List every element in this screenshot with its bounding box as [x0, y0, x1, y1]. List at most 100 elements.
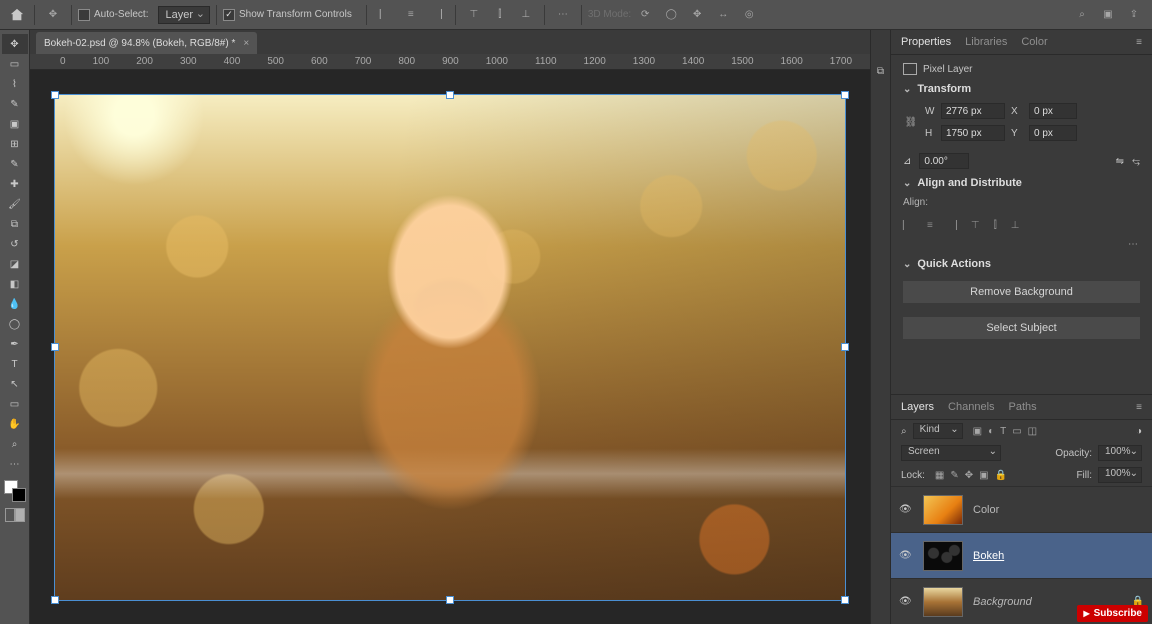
layers-menu-icon[interactable]: ≡ [1136, 402, 1142, 413]
panel-menu-icon[interactable]: ≡ [1136, 37, 1142, 48]
filter-pixel-icon[interactable]: ▣ [973, 426, 982, 437]
align-vcenter-icon[interactable]: ⫿ [994, 220, 997, 231]
layer-row[interactable]: 👁 Bokeh [891, 532, 1152, 578]
layer-thumbnail[interactable] [923, 541, 963, 571]
share-icon[interactable]: ⇪ [1122, 4, 1146, 26]
layer-name[interactable]: Color [973, 504, 999, 516]
filter-smartobj-icon[interactable]: ◫ [1028, 426, 1037, 437]
shape-tool[interactable]: ▭ [2, 394, 28, 414]
link-wh-icon[interactable]: ⛓ [903, 117, 919, 128]
eraser-tool[interactable]: ◪ [2, 254, 28, 274]
opacity-field[interactable]: 100% [1098, 445, 1142, 461]
transform-handle[interactable] [841, 596, 849, 604]
workspace-icon[interactable]: ▣ [1096, 4, 1120, 26]
height-field[interactable]: 1750 px [941, 125, 1005, 141]
visibility-icon[interactable]: 👁 [899, 504, 913, 515]
tab-properties[interactable]: Properties [901, 32, 951, 52]
quickmask-toggle[interactable] [5, 508, 25, 522]
transform-handle[interactable] [51, 596, 59, 604]
transform-section-heading[interactable]: Transform [903, 83, 1140, 95]
filter-type-icon[interactable]: T [1000, 426, 1006, 437]
y-field[interactable]: 0 px [1029, 125, 1077, 141]
align-bottom-edges-icon[interactable]: ⊥ [1011, 220, 1020, 231]
layer-thumbnail[interactable] [923, 495, 963, 525]
more-align-icon[interactable]: ⋯ [903, 239, 1140, 250]
visibility-icon[interactable]: 👁 [899, 596, 913, 607]
blend-mode-dropdown[interactable]: Screen [901, 445, 1001, 461]
home-icon[interactable] [6, 4, 28, 26]
brush-tool[interactable]: 🖌 [2, 194, 28, 214]
quick-select-tool[interactable]: ✎ [2, 94, 28, 114]
healing-tool[interactable]: ✚ [2, 174, 28, 194]
filter-shape-icon[interactable]: ▭ [1012, 426, 1021, 437]
dodge-tool[interactable]: ◯ [2, 314, 28, 334]
width-field[interactable]: 2776 px [941, 103, 1005, 119]
filter-kind-dropdown[interactable]: Kind [913, 423, 963, 439]
panel-group-icon[interactable]: ⧉ [877, 60, 884, 82]
frame-tool[interactable]: ⊞ [2, 134, 28, 154]
align-hcenter-icon[interactable]: ≡ [927, 220, 933, 231]
tab-layers[interactable]: Layers [901, 401, 934, 413]
distribute-bottom-icon[interactable]: ⊥ [514, 4, 538, 26]
align-section-heading[interactable]: Align and Distribute [903, 177, 1140, 189]
auto-select-checkbox[interactable] [78, 9, 90, 21]
eyedropper-tool[interactable]: ✎ [2, 154, 28, 174]
pen-tool[interactable]: ✒ [2, 334, 28, 354]
flip-vertical-icon[interactable]: ⥃ [1132, 156, 1140, 167]
transform-handle[interactable] [446, 91, 454, 99]
tab-paths[interactable]: Paths [1009, 401, 1037, 413]
lock-image-icon[interactable]: ✎ [950, 470, 958, 481]
align-left-icon[interactable]: ⎸ [373, 4, 397, 26]
align-center-h-icon[interactable]: ≡ [399, 4, 423, 26]
zoom-tool[interactable]: ⌕ [2, 434, 28, 454]
lock-all-icon[interactable]: 🔒 [995, 470, 1007, 481]
auto-select-target-dropdown[interactable]: Layer [158, 6, 210, 24]
align-left-edges-icon[interactable]: ⎸ [903, 220, 913, 231]
marquee-tool[interactable]: ▭ [2, 54, 28, 74]
select-subject-button[interactable]: Select Subject [903, 317, 1140, 339]
history-brush-tool[interactable]: ↺ [2, 234, 28, 254]
distribute-vcenter-icon[interactable]: ⫿ [488, 4, 512, 26]
blur-tool[interactable]: 💧 [2, 294, 28, 314]
clone-stamp-tool[interactable]: ⧉ [2, 214, 28, 234]
document-tab[interactable]: Bokeh-02.psd @ 94.8% (Bokeh, RGB/8#) *× [36, 32, 257, 54]
path-select-tool[interactable]: ↖ [2, 374, 28, 394]
distribute-top-icon[interactable]: ⊤ [462, 4, 486, 26]
show-transform-toggle[interactable]: Show Transform Controls [223, 9, 352, 21]
hand-tool[interactable]: ✋ [2, 414, 28, 434]
type-tool[interactable]: T [2, 354, 28, 374]
more-align-icon[interactable]: ⋯ [551, 4, 575, 26]
rotation-field[interactable]: 0.00° [919, 153, 969, 169]
subscribe-badge[interactable]: Subscribe [1077, 605, 1148, 622]
canvas-area[interactable] [30, 70, 870, 624]
transform-handle[interactable] [841, 91, 849, 99]
fill-field[interactable]: 100% [1098, 467, 1142, 483]
visibility-icon[interactable]: 👁 [899, 550, 913, 561]
filter-toggle-icon[interactable]: ◑ [1136, 426, 1142, 437]
layer-name[interactable]: Bokeh [973, 550, 1004, 562]
auto-select-toggle[interactable]: Auto-Select: [78, 9, 148, 21]
align-right-edges-icon[interactable]: ⎹ [947, 220, 957, 231]
layer-thumbnail[interactable] [923, 587, 963, 617]
align-top-edges-icon[interactable]: ⊤ [971, 220, 980, 231]
transform-handle[interactable] [51, 91, 59, 99]
move-tool[interactable]: ✥ [2, 34, 28, 54]
show-transform-checkbox[interactable] [223, 9, 235, 21]
tab-libraries[interactable]: Libraries [965, 32, 1007, 52]
close-tab-icon[interactable]: × [243, 38, 249, 49]
filter-adjustment-icon[interactable]: ◐ [988, 426, 994, 437]
transform-handle[interactable] [446, 596, 454, 604]
transform-handle[interactable] [51, 343, 59, 351]
remove-background-button[interactable]: Remove Background [903, 281, 1140, 303]
quick-actions-heading[interactable]: Quick Actions [903, 258, 1140, 270]
tab-channels[interactable]: Channels [948, 401, 994, 413]
layer-name[interactable]: Background [973, 596, 1032, 608]
gradient-tool[interactable]: ◧ [2, 274, 28, 294]
color-swatch[interactable] [4, 480, 26, 502]
crop-tool[interactable]: ▣ [2, 114, 28, 134]
align-right-icon[interactable]: ⎹ [425, 4, 449, 26]
lock-artboard-icon[interactable]: ▣ [979, 470, 988, 481]
canvas[interactable] [55, 95, 845, 600]
lock-transparency-icon[interactable]: ▦ [935, 470, 944, 481]
lock-position-icon[interactable]: ✥ [965, 470, 973, 481]
